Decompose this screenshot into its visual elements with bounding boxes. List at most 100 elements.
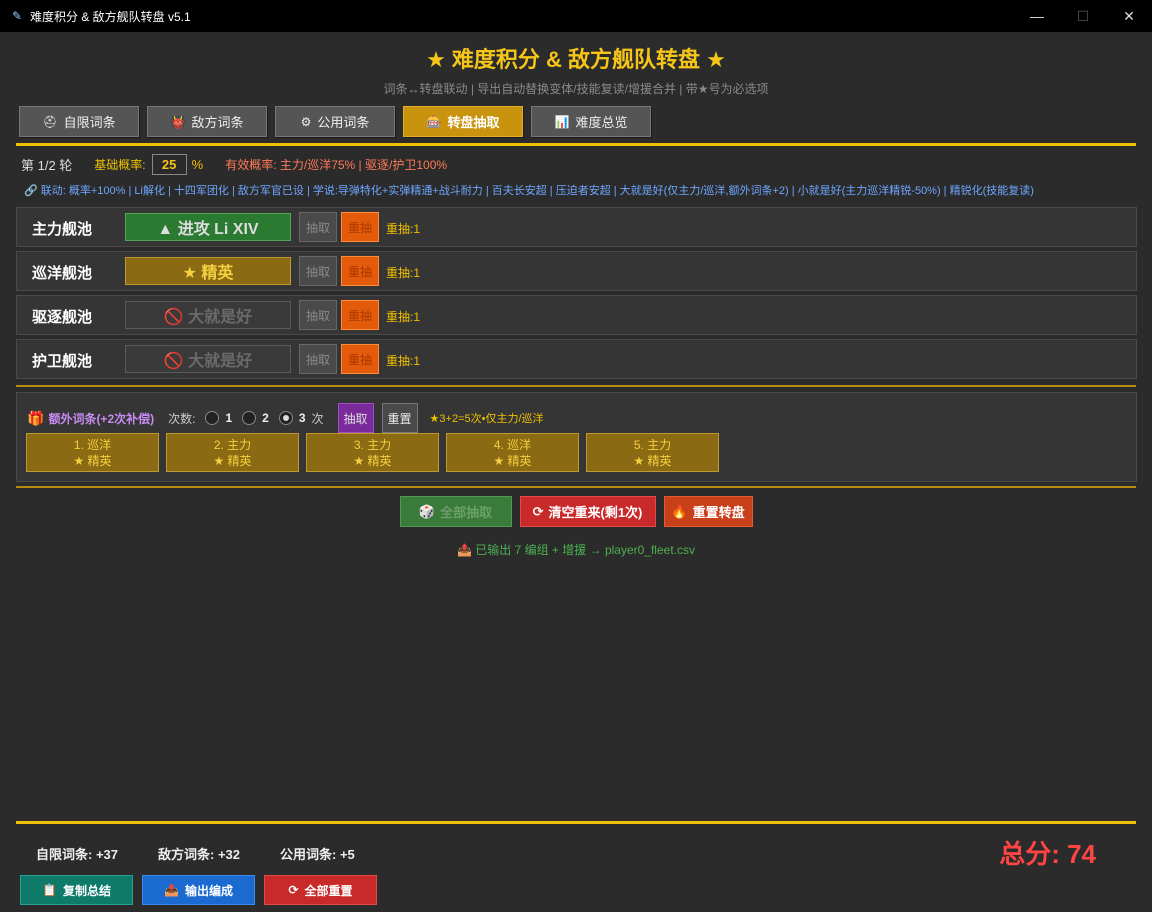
- extra-result-chip: 5. 主力 ★ 精英: [586, 433, 719, 472]
- extra-result-chip: 4. 巡洋 ★ 精英: [446, 433, 579, 472]
- tab-self-limit[interactable]: ⛑ 自限词条: [19, 106, 139, 137]
- self-score: 自限词条: +37: [36, 847, 118, 862]
- tab-wheel-draw[interactable]: 🎰 转盘抽取: [403, 106, 523, 137]
- window-controls: — ☐ ✕: [1014, 0, 1152, 32]
- redraw-count: 重抽:1: [386, 354, 421, 368]
- chip-pool: 1. 巡洋: [73, 437, 112, 452]
- minimize-button[interactable]: —: [1014, 0, 1060, 32]
- extra-result-chip: 3. 主力 ★ 精英: [306, 433, 439, 472]
- chip-result: ★ 精英: [633, 453, 672, 468]
- extra-note: ★3+2=5次•仅主力/巡洋: [429, 413, 544, 425]
- close-button[interactable]: ✕: [1106, 0, 1152, 32]
- count-radio-2[interactable]: 2: [242, 411, 269, 425]
- enemy-score: 敌方词条: +32: [158, 847, 240, 862]
- extra-affix-header: 🎁 额外词条(+2次补偿) 次数: 1 2 3 次 抽取 重置 ★3+2=5次•…: [27, 403, 544, 433]
- chip-pool: 3. 主力: [353, 437, 392, 452]
- tab-label: 难度总览: [575, 115, 628, 130]
- extra-draw-button[interactable]: 抽取: [337, 403, 374, 433]
- base-prob-label: 基础概率:: [94, 158, 146, 172]
- window-title: 难度积分 & 敌方舰队转盘 v5.1: [30, 9, 191, 24]
- tab-label: 公用词条: [317, 115, 370, 130]
- redraw-button[interactable]: 重抽: [341, 300, 379, 330]
- extra-affix-title: 额外词条(+2次补偿): [48, 411, 155, 426]
- fire-icon: 🔥: [671, 503, 688, 519]
- radio-dot[interactable]: [278, 411, 293, 425]
- copy-summary-button[interactable]: 📋 复制总结: [20, 875, 133, 905]
- redraw-button[interactable]: 重抽: [341, 256, 379, 286]
- tab-common[interactable]: ⚙ 公用词条: [275, 106, 395, 137]
- effective-prob: 有效概率: 主力/巡洋75% | 驱逐/护卫100%: [225, 158, 448, 172]
- export-status: 📤 已输出 7 编组 + 增援 → player0_fleet.csv: [456, 543, 695, 557]
- export-fleet-button[interactable]: 📤 输出编成: [142, 875, 255, 905]
- extra-reset-button[interactable]: 重置: [381, 403, 418, 433]
- draw-button[interactable]: 抽取: [299, 256, 337, 286]
- pool-row-capital: 主力舰池 ▲ 进攻 Li XIV 抽取 重抽 重抽:1: [16, 207, 1137, 247]
- tab-overview[interactable]: 📊 难度总览: [531, 106, 651, 137]
- count-radio-3[interactable]: 3: [278, 411, 306, 425]
- pool-row-destroyer: 驱逐舰池 🚫 大就是好 抽取 重抽 重抽:1: [16, 295, 1137, 335]
- reset-all-button[interactable]: ⟳ 全部重置: [264, 875, 377, 905]
- chip-pool: 4. 巡洋: [493, 437, 532, 452]
- draw-button[interactable]: 抽取: [299, 300, 337, 330]
- pool-name: 巡洋舰池: [32, 265, 93, 282]
- draw-button[interactable]: 抽取: [299, 212, 337, 242]
- redraw-button[interactable]: 重抽: [341, 212, 379, 242]
- export-icon: 📤: [164, 883, 179, 897]
- draw-all-button[interactable]: 🎲 全部抽取: [399, 496, 512, 527]
- tab-label: 转盘抽取: [447, 115, 500, 130]
- gear-cluster-icon: ⚙: [300, 114, 312, 129]
- draw-button[interactable]: 抽取: [299, 344, 337, 374]
- pool-name: 主力舰池: [32, 221, 93, 238]
- divider: [16, 486, 1136, 488]
- round-row: 第 1/2 轮 基础概率: 25 % 有效概率: 主力/巡洋75% | 驱逐/护…: [21, 154, 447, 175]
- chip-result: ★ 精英: [213, 453, 252, 468]
- redraw-count: 重抽:1: [386, 266, 421, 280]
- slot-machine-icon: 🎰: [426, 114, 442, 129]
- chip-pool: 5. 主力: [633, 437, 672, 452]
- feather-icon: ✎: [12, 9, 23, 23]
- divider: [16, 385, 1136, 387]
- times-label: 次: [311, 411, 324, 426]
- pool-result: ▲ 进攻 Li XIV: [125, 213, 291, 241]
- pool-result: 🚫 大就是好: [125, 345, 291, 373]
- app-body: ★ 难度积分 & 敌方舰队转盘 ★ 词条↔转盘联动 | 导出自动替换变体/技能复…: [0, 32, 1152, 912]
- helmet-icon: ⛑: [42, 114, 58, 129]
- tab-label: 敌方词条: [191, 115, 244, 130]
- tab-enemy[interactable]: 👹 敌方词条: [147, 106, 267, 137]
- extra-result-chip: 2. 主力 ★ 精英: [166, 433, 299, 472]
- chip-result: ★ 精英: [353, 453, 392, 468]
- draw-all-label: 全部抽取: [440, 505, 493, 520]
- chart-icon: 📊: [554, 114, 570, 129]
- redraw-count: 重抽:1: [386, 310, 421, 324]
- gift-icon: 🎁: [27, 409, 45, 426]
- redraw-button[interactable]: 重抽: [341, 344, 379, 374]
- count-radio-1[interactable]: 1: [205, 411, 232, 425]
- copy-summary-label: 复制总结: [62, 883, 111, 898]
- radio-label: 2: [262, 411, 269, 425]
- reset-all-label: 全部重置: [304, 883, 353, 898]
- divider: [16, 143, 1136, 146]
- linkage-info: 🔗 联动: 概率+100% | Li解化 | 十四军团化 | 敌方军官已设 | …: [24, 185, 1034, 197]
- window-titlebar: ✎ 难度积分 & 敌方舰队转盘 v5.1 — ☐ ✕: [0, 0, 1152, 32]
- divider: [16, 821, 1136, 824]
- export-fleet-label: 输出编成: [184, 883, 233, 898]
- base-prob-input[interactable]: 25: [151, 154, 187, 175]
- bottom-buttons: 📋 复制总结 📤 输出编成 ⟳ 全部重置: [20, 875, 386, 905]
- tab-bar: ⛑ 自限词条 👹 敌方词条 ⚙ 公用词条 🎰 转盘抽取 📊 难度总览: [19, 106, 659, 137]
- round-label: 第 1/2 轮: [21, 158, 73, 173]
- maximize-button[interactable]: ☐: [1060, 0, 1106, 32]
- redraw-count: 重抽:1: [386, 222, 421, 236]
- document-icon: 📋: [42, 883, 57, 897]
- app-subtitle: 词条↔转盘联动 | 导出自动替换变体/技能复读/增援合并 | 带★号为必选项: [383, 82, 769, 96]
- reset-wheel-button[interactable]: 🔥 重置转盘: [663, 496, 753, 527]
- tab-label: 自限词条: [63, 115, 116, 130]
- app-title: ★ 难度积分 & 敌方舰队转盘 ★: [426, 47, 726, 72]
- total-score: 总分: 74: [999, 839, 1096, 869]
- radio-dot[interactable]: [242, 411, 257, 425]
- chip-result: ★ 精英: [493, 453, 532, 468]
- action-row: 🎲 全部抽取 ⟳ 清空重来(剩1次) 🔥 重置转盘: [0, 496, 1152, 527]
- percent-sign: %: [191, 157, 204, 172]
- clear-restart-button[interactable]: ⟳ 清空重来(剩1次): [519, 496, 656, 527]
- pool-row-cruiser: 巡洋舰池 ★ 精英 抽取 重抽 重抽:1: [16, 251, 1137, 291]
- radio-dot[interactable]: [205, 411, 220, 425]
